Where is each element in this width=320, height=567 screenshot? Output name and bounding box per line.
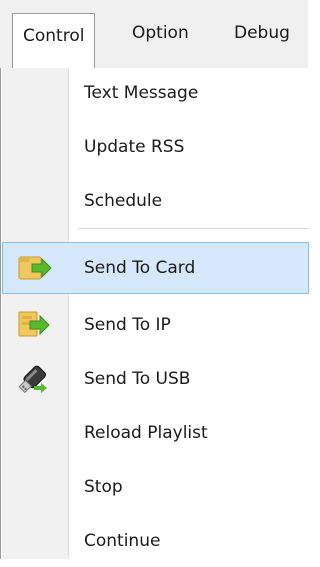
menu-item-label: Stop [84,477,123,497]
menu-item-label: Send To IP [84,315,171,335]
menu-item-send-to-usb[interactable]: Send To USB [2,353,309,405]
menu-item-label: Send To USB [84,369,191,389]
menu-debug[interactable]: Debug [234,18,290,48]
menu-item-schedule[interactable]: Schedule [2,175,309,227]
menu-item-send-to-ip[interactable]: Send To IP [2,299,309,351]
usb-drive-icon [16,362,52,396]
menu-item-text-message[interactable]: Text Message [2,67,309,119]
menu-item-continue[interactable]: Continue [2,515,309,567]
send-to-ip-icon [16,308,52,342]
menu-item-stop[interactable]: Stop [2,461,309,513]
menu-item-label: Update RSS [84,137,185,157]
menu-option[interactable]: Option [132,18,189,48]
menu-item-label: Send To Card [84,258,196,278]
control-dropdown-menu: Text Message Update RSS Schedule Send To… [0,67,309,559]
menu-item-label: Continue [84,531,161,551]
menu-bar: Control Option Debug [0,0,308,68]
menu-item-label: Reload Playlist [84,423,208,443]
menu-separator [78,228,309,229]
menu-control[interactable]: Control [12,13,96,68]
menu-item-update-rss[interactable]: Update RSS [2,121,309,173]
menu-item-reload-playlist[interactable]: Reload Playlist [2,407,309,459]
menu-item-label: Schedule [84,191,163,211]
menu-item-send-to-card[interactable]: Send To Card [2,242,309,294]
menu-item-label: Text Message [84,83,199,103]
send-to-card-icon [16,251,52,285]
